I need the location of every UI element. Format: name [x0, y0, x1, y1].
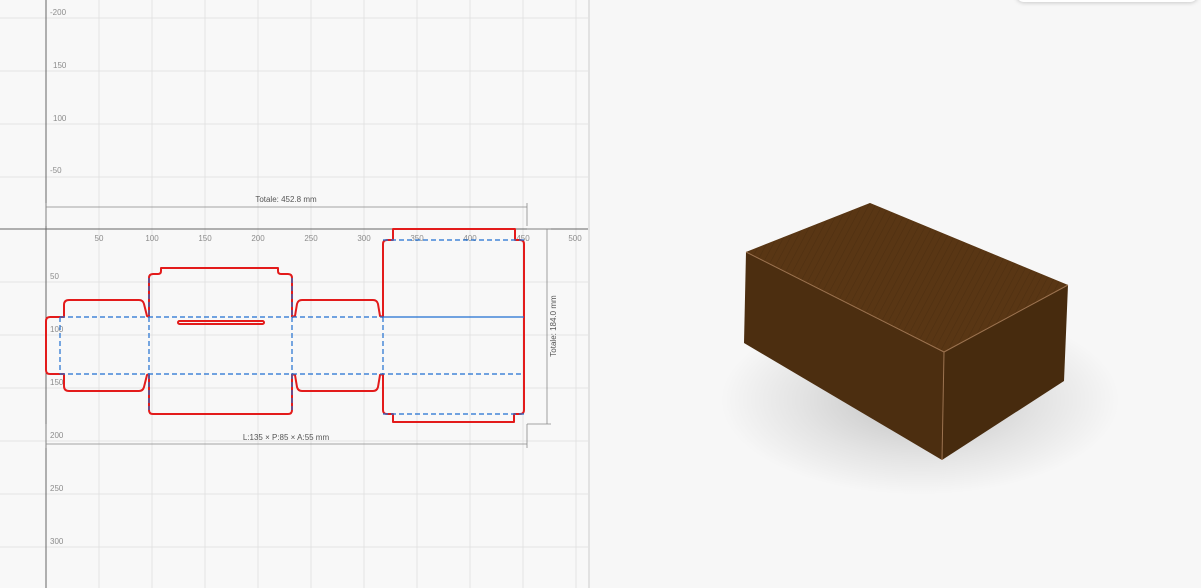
- ruler-v-label: 300: [50, 537, 64, 546]
- front-panel-top-cut: [148, 267, 293, 317]
- axes: [0, 0, 588, 588]
- dieline-canvas[interactable]: 50 100 150 200 250 300 350 400 450 500 -…: [0, 0, 588, 588]
- cardboard-box-3d-icon[interactable]: [590, 0, 1201, 588]
- ruler-h-label: 250: [304, 234, 318, 243]
- ruler-h-label: 500: [568, 234, 582, 243]
- hang-slot-cut: [177, 320, 265, 325]
- 3d-preview-canvas[interactable]: [590, 0, 1201, 588]
- grid: [0, 0, 588, 588]
- floating-panel-edge[interactable]: [1016, 0, 1198, 2]
- box-dimensions-label: L:135 × P:85 × A:55 mm: [243, 433, 330, 442]
- back-panel-bottom-cut: [382, 374, 525, 423]
- total-width-dimension: [45, 203, 528, 226]
- ruler-h-label: 150: [198, 234, 212, 243]
- ruler-h-label: 300: [357, 234, 371, 243]
- total-height-dimension: [527, 228, 551, 425]
- dieline-svg[interactable]: 50 100 150 200 250 300 350 400 450 500 -…: [0, 0, 588, 588]
- side-panel-2-cut: [291, 299, 384, 318]
- ruler-h-label: 400: [463, 234, 477, 243]
- cut-lines[interactable]: [45, 228, 525, 423]
- ruler-horizontal: 50 100 150 200 250 300 350 400 450 500: [95, 234, 583, 243]
- ruler-h-label: 350: [410, 234, 424, 243]
- ruler-h-label: 200: [251, 234, 265, 243]
- back-panel-lid-cut: [382, 228, 525, 317]
- ruler-v-label: 50: [50, 272, 59, 281]
- ruler-v-label: 200: [50, 431, 64, 440]
- front-panel-bottom-cut: [148, 374, 293, 415]
- total-height-label: Totale: 184.0 mm: [549, 295, 558, 357]
- side-panel-1-cut: [60, 299, 150, 318]
- packaging-editor: 50 100 150 200 250 300 350 400 450 500 -…: [0, 0, 1201, 588]
- ruler-h-label: 50: [95, 234, 104, 243]
- ruler-v-label: -200: [50, 8, 67, 17]
- ruler-v-label: 100: [50, 325, 64, 334]
- total-width-label: Totale: 452.8 mm: [255, 195, 317, 204]
- ruler-v-label: 250: [50, 484, 64, 493]
- ruler-v-label: 150: [53, 61, 67, 70]
- ruler-v-label: 100: [53, 114, 67, 123]
- ruler-v-label: 150: [50, 378, 64, 387]
- ruler-vertical: -200 150 100 -50 50 100 150 200 250 300: [50, 8, 67, 546]
- ruler-h-label: 100: [145, 234, 159, 243]
- ruler-v-label: -50: [50, 166, 62, 175]
